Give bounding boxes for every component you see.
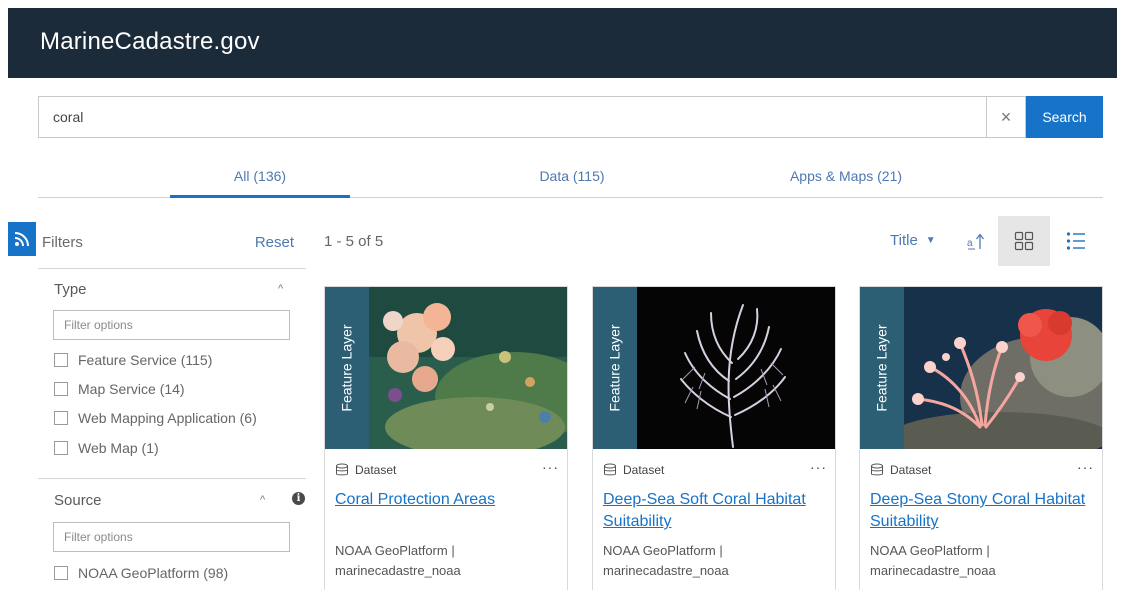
database-icon [336, 463, 348, 476]
type-option-web-map[interactable]: Web Map (1) [54, 438, 159, 458]
reset-filters-link[interactable]: Reset [255, 234, 294, 251]
card-thumbnail[interactable]: Feature Layer [860, 287, 1102, 449]
result-card[interactable]: Feature Layer Dataset ··· Coral Protecti… [324, 286, 568, 590]
card-title-link[interactable]: Deep-Sea Stony Coral Habitat Suitability [870, 489, 1095, 533]
item-type: Dataset [603, 461, 825, 479]
more-icon[interactable]: ··· [542, 459, 559, 475]
source-section-title[interactable]: Source [54, 492, 102, 509]
sort-direction-icon: a [967, 233, 985, 250]
checkbox[interactable] [54, 411, 68, 425]
item-type: Dataset [335, 461, 557, 479]
sort-dropdown[interactable]: Title ▼ [890, 232, 936, 249]
search-input[interactable] [38, 96, 986, 138]
results-count: 1 - 5 of 5 [324, 233, 384, 250]
type-band: Feature Layer [325, 287, 369, 449]
result-card[interactable]: Feature Layer Dataset ··· Deep-Sea Stony… [859, 286, 1103, 590]
type-band: Feature Layer [860, 287, 904, 449]
more-icon[interactable]: ··· [1077, 459, 1094, 475]
search-bar: × Search [38, 96, 1103, 138]
card-owner: NOAA GeoPlatform | marinecadastre_noaa [603, 543, 729, 578]
type-band: Feature Layer [593, 287, 637, 449]
sort-direction-button[interactable]: a [966, 230, 986, 252]
checkbox[interactable] [54, 353, 68, 367]
filters-label: Filters [42, 234, 83, 251]
rss-icon [14, 232, 29, 247]
card-title-link[interactable]: Deep-Sea Soft Coral Habitat Suitability [603, 489, 828, 533]
list-view-icon [1066, 232, 1085, 250]
search-button[interactable]: Search [1026, 96, 1103, 138]
divider [38, 268, 306, 269]
type-section-title[interactable]: Type [54, 281, 87, 298]
type-option-web-mapping-application[interactable]: Web Mapping Application (6) [54, 408, 257, 428]
results-tabs: All (136) Data (115) Apps & Maps (21) [38, 160, 1103, 198]
close-icon: × [1000, 106, 1012, 127]
chevron-up-icon[interactable]: ^ [278, 283, 283, 295]
checkbox[interactable] [54, 566, 68, 580]
card-title-link[interactable]: Coral Protection Areas [335, 489, 560, 511]
item-type: Dataset [870, 461, 1092, 479]
type-filter-input[interactable] [53, 310, 290, 340]
result-card[interactable]: Feature Layer Dataset ··· Deep-Sea Soft … [592, 286, 836, 590]
filters-sidebar: Filters Reset Type ^ Feature Service (11… [38, 222, 306, 590]
grid-view-icon [1014, 231, 1034, 251]
chevron-up-icon[interactable]: ^ [260, 494, 265, 506]
chevron-down-icon: ▼ [925, 235, 936, 246]
clear-search-button[interactable]: × [986, 96, 1026, 138]
card-owner: NOAA GeoPlatform | marinecadastre_noaa [335, 543, 461, 578]
card-thumbnail[interactable]: Feature Layer [593, 287, 835, 449]
tab-apps-maps[interactable]: Apps & Maps (21) [776, 168, 916, 198]
tab-data[interactable]: Data (115) [482, 168, 662, 198]
grid-view-button[interactable] [998, 216, 1050, 266]
type-option-map-service[interactable]: Map Service (14) [54, 379, 185, 399]
database-icon [604, 463, 616, 476]
svg-text:a: a [967, 238, 973, 249]
source-option-noaa-geoplatform[interactable]: NOAA GeoPlatform (98) [54, 563, 228, 583]
rss-feed-button[interactable] [8, 222, 36, 256]
list-view-button[interactable] [1058, 222, 1094, 260]
site-title[interactable]: MarineCadastre.gov [40, 28, 260, 56]
more-icon[interactable]: ··· [810, 459, 827, 475]
card-owner: NOAA GeoPlatform | marinecadastre_noaa [870, 543, 996, 578]
checkbox[interactable] [54, 382, 68, 396]
tab-all[interactable]: All (136) [170, 168, 350, 198]
checkbox[interactable] [54, 441, 68, 455]
card-thumbnail[interactable]: Feature Layer [325, 287, 567, 449]
source-filter-input[interactable] [53, 522, 290, 552]
database-icon [871, 463, 883, 476]
type-option-feature-service[interactable]: Feature Service (115) [54, 350, 212, 370]
sort-label: Title [890, 232, 918, 249]
divider [38, 478, 306, 479]
site-header: MarineCadastre.gov [8, 8, 1117, 78]
info-icon[interactable]: i [292, 492, 305, 505]
